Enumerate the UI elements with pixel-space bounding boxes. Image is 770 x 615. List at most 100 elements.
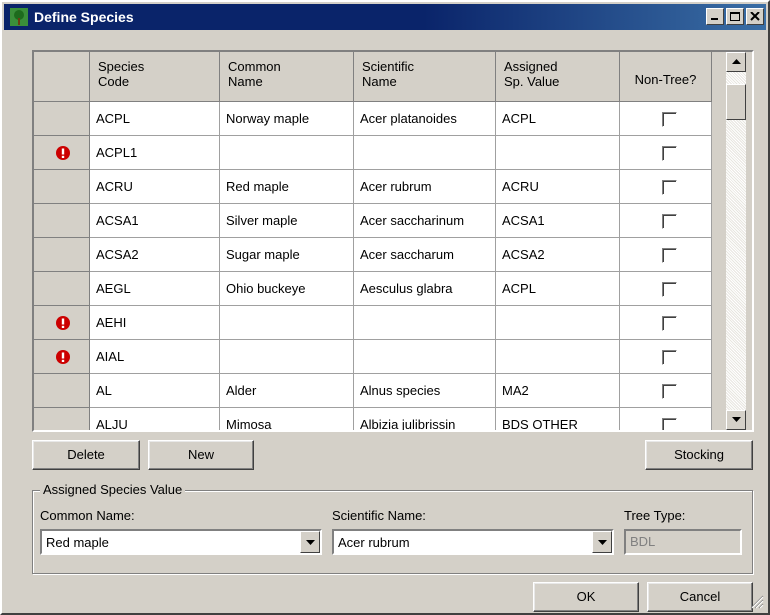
table-row[interactable]: ACRU Red maple Acer rubrum ACRU (34, 170, 712, 204)
table-row[interactable]: AIAL (34, 340, 712, 374)
col-header-scientific-name[interactable]: Scientific Name (354, 52, 496, 102)
col-header-common-name[interactable]: Common Name (220, 52, 354, 102)
non-tree-checkbox[interactable] (662, 418, 677, 430)
table-row[interactable]: ACPL Norway maple Acer platanoides ACPL (34, 102, 712, 136)
cell-assigned-value[interactable]: ACSA2 (496, 238, 620, 272)
cell-assigned-value[interactable]: ACPL (496, 102, 620, 136)
cell-scientific-name[interactable] (354, 306, 496, 340)
cell-assigned-value[interactable]: MA2 (496, 374, 620, 408)
vertical-scrollbar[interactable] (726, 52, 746, 430)
cell-scientific-name[interactable]: Acer rubrum (354, 170, 496, 204)
common-name-combo[interactable]: Red maple (40, 529, 322, 555)
cell-scientific-name[interactable]: Albizia julibrissin (354, 408, 496, 430)
table-row[interactable]: ACSA1 Silver maple Acer saccharinum ACSA1 (34, 204, 712, 238)
cell-common-name[interactable]: Red maple (220, 170, 354, 204)
non-tree-checkbox[interactable] (662, 316, 677, 331)
cell-assigned-value[interactable] (496, 136, 620, 170)
table-row[interactable]: ALJU Mimosa Albizia julibrissin BDS OTHER (34, 408, 712, 430)
non-tree-checkbox[interactable] (662, 146, 677, 161)
cell-species-code[interactable]: ACSA1 (90, 204, 220, 238)
row-header[interactable] (34, 374, 90, 408)
species-grid[interactable]: Species Code Common Name Scientific Name… (32, 50, 754, 432)
scroll-up-button[interactable] (726, 52, 746, 72)
table-row[interactable]: AL Alder Alnus species MA2 (34, 374, 712, 408)
row-header[interactable] (34, 170, 90, 204)
cancel-button[interactable]: Cancel (647, 582, 753, 612)
corner-header (34, 52, 90, 102)
row-header[interactable] (34, 204, 90, 238)
row-header[interactable] (34, 238, 90, 272)
cell-common-name[interactable]: Ohio buckeye (220, 272, 354, 306)
group-legend: Assigned Species Value (40, 482, 186, 497)
cell-common-name[interactable]: Alder (220, 374, 354, 408)
row-header[interactable] (34, 340, 90, 374)
cell-common-name[interactable]: Sugar maple (220, 238, 354, 272)
col-header-assigned-value[interactable]: Assigned Sp. Value (496, 52, 620, 102)
cell-scientific-name[interactable] (354, 340, 496, 374)
cell-species-code[interactable]: AL (90, 374, 220, 408)
non-tree-checkbox[interactable] (662, 180, 677, 195)
scroll-down-button[interactable] (726, 410, 746, 430)
row-header[interactable] (34, 408, 90, 430)
cell-species-code[interactable]: AEHI (90, 306, 220, 340)
cell-species-code[interactable]: ALJU (90, 408, 220, 430)
cell-species-code[interactable]: ACRU (90, 170, 220, 204)
cell-assigned-value[interactable]: ACSA1 (496, 204, 620, 238)
cell-scientific-name[interactable]: Alnus species (354, 374, 496, 408)
cell-species-code[interactable]: ACPL1 (90, 136, 220, 170)
col-header-non-tree[interactable]: Non-Tree? (620, 52, 712, 102)
cell-species-code[interactable]: AIAL (90, 340, 220, 374)
cell-scientific-name[interactable] (354, 136, 496, 170)
scroll-thumb[interactable] (726, 84, 746, 120)
non-tree-checkbox[interactable] (662, 112, 677, 127)
col-label: Assigned Sp. Value (504, 59, 560, 89)
common-name-dropdown-button[interactable] (300, 531, 320, 553)
minimize-button[interactable] (706, 8, 724, 25)
stocking-button[interactable]: Stocking (645, 440, 753, 470)
row-header[interactable] (34, 306, 90, 340)
cell-species-code[interactable]: ACPL (90, 102, 220, 136)
cell-common-name[interactable] (220, 136, 354, 170)
delete-button[interactable]: Delete (32, 440, 140, 470)
window-title: Define Species (34, 9, 134, 25)
cell-assigned-value[interactable]: ACRU (496, 170, 620, 204)
row-header[interactable] (34, 102, 90, 136)
cell-common-name[interactable] (220, 340, 354, 374)
scientific-name-dropdown-button[interactable] (592, 531, 612, 553)
non-tree-checkbox[interactable] (662, 248, 677, 263)
maximize-button[interactable] (726, 8, 744, 25)
cell-assigned-value[interactable] (496, 340, 620, 374)
table-row[interactable]: ACSA2 Sugar maple Acer saccharum ACSA2 (34, 238, 712, 272)
cell-common-name[interactable] (220, 306, 354, 340)
row-header[interactable] (34, 136, 90, 170)
title-bar[interactable]: Define Species (4, 4, 766, 30)
new-button[interactable]: New (148, 440, 254, 470)
table-row[interactable]: AEGL Ohio buckeye Aesculus glabra ACPL (34, 272, 712, 306)
scientific-name-combo[interactable]: Acer rubrum (332, 529, 614, 555)
non-tree-checkbox[interactable] (662, 214, 677, 229)
chevron-down-icon (306, 540, 315, 545)
cell-common-name[interactable]: Mimosa (220, 408, 354, 430)
table-row[interactable]: ACPL1 (34, 136, 712, 170)
ok-button[interactable]: OK (533, 582, 639, 612)
cell-assigned-value[interactable]: ACPL (496, 272, 620, 306)
cell-scientific-name[interactable]: Acer platanoides (354, 102, 496, 136)
cell-species-code[interactable]: AEGL (90, 272, 220, 306)
col-header-species-code[interactable]: Species Code (90, 52, 220, 102)
close-button[interactable] (746, 8, 764, 25)
cell-assigned-value[interactable] (496, 306, 620, 340)
cell-species-code[interactable]: ACSA2 (90, 238, 220, 272)
cell-common-name[interactable]: Norway maple (220, 102, 354, 136)
cell-scientific-name[interactable]: Aesculus glabra (354, 272, 496, 306)
cell-assigned-value[interactable]: BDS OTHER (496, 408, 620, 430)
col-label: Scientific Name (362, 59, 415, 89)
non-tree-checkbox[interactable] (662, 384, 677, 399)
non-tree-checkbox[interactable] (662, 282, 677, 297)
resize-grip-icon[interactable] (750, 595, 764, 609)
cell-common-name[interactable]: Silver maple (220, 204, 354, 238)
cell-scientific-name[interactable]: Acer saccharum (354, 238, 496, 272)
row-header[interactable] (34, 272, 90, 306)
non-tree-checkbox[interactable] (662, 350, 677, 365)
cell-scientific-name[interactable]: Acer saccharinum (354, 204, 496, 238)
table-row[interactable]: AEHI (34, 306, 712, 340)
